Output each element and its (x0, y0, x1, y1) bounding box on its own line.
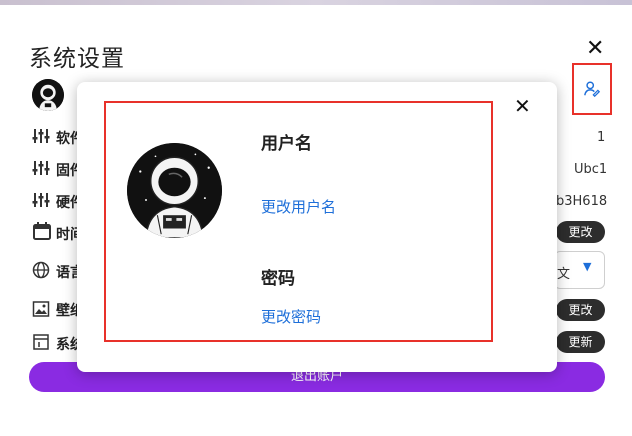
time-change-button[interactable]: 更改 (556, 221, 605, 243)
user-account-button[interactable] (572, 63, 612, 115)
software-version-value: 1 (597, 130, 606, 145)
hardware-value: b3H618 (556, 194, 608, 209)
image-icon (32, 301, 50, 317)
chevron-down-icon: ▼ (583, 260, 592, 273)
sliders-icon (32, 161, 50, 175)
change-username-link[interactable]: 更改用户名 (261, 196, 336, 217)
system-update-button[interactable]: 更新 (556, 331, 605, 353)
wallpaper-change-button[interactable]: 更改 (556, 299, 605, 321)
globe-icon (32, 261, 50, 279)
password-heading: 密码 (261, 269, 295, 289)
astronaut-avatar-icon (127, 143, 222, 238)
firmware-value: Ubc1 (574, 162, 608, 177)
settings-title: 系统设置 (29, 46, 125, 72)
change-password-link[interactable]: 更改密码 (261, 306, 321, 327)
dialog-close-icon[interactable]: ✕ (514, 96, 531, 116)
astronaut-avatar-icon (32, 79, 64, 111)
username-heading: 用户名 (261, 134, 312, 154)
settings-close-icon[interactable]: ✕ (586, 38, 604, 60)
user-edit-icon (584, 81, 601, 98)
calendar-icon (33, 222, 51, 240)
sliders-icon (32, 193, 50, 207)
dialog-avatar (127, 143, 222, 238)
system-icon (33, 334, 49, 350)
sliders-icon (32, 129, 50, 143)
settings-avatar[interactable] (32, 79, 64, 111)
language-selected-value: 文 (557, 267, 571, 282)
language-select[interactable]: 文 ▼ (554, 251, 605, 289)
